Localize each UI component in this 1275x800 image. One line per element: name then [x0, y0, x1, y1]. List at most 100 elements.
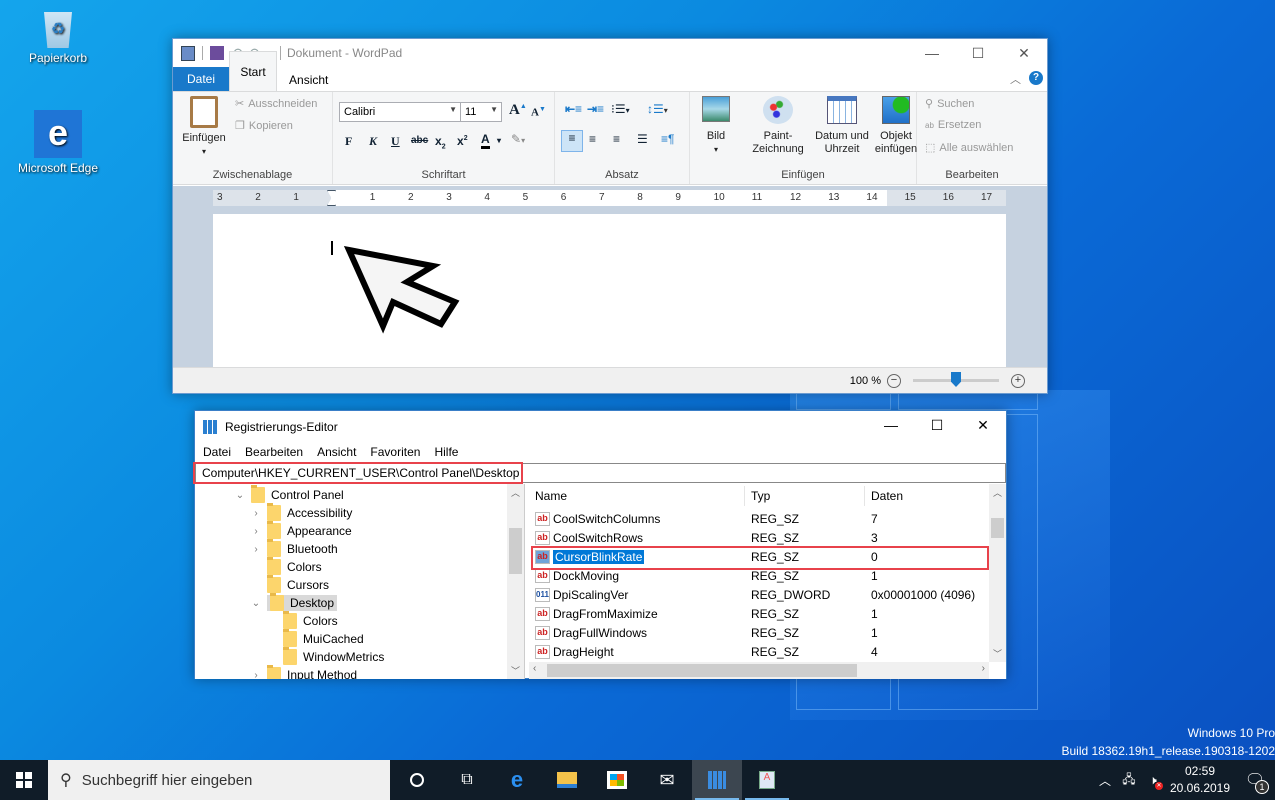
list-scrollbar[interactable]: ︿ ﹀	[989, 484, 1006, 662]
tree-item[interactable]: WindowMetrics	[267, 647, 384, 666]
align-left-button[interactable]: ≡	[561, 130, 583, 152]
font-color-dropdown[interactable]: ▾	[497, 136, 501, 145]
menu-datei[interactable]: Datei	[203, 445, 231, 459]
scroll-thumb[interactable]	[991, 518, 1004, 538]
maximize-button[interactable]: ☐	[914, 411, 960, 439]
font-color-button[interactable]: A	[481, 132, 490, 149]
shrink-font-button[interactable]: A▼	[531, 105, 546, 119]
minimize-button[interactable]: —	[909, 39, 955, 67]
taskbar-file-explorer[interactable]	[542, 760, 592, 800]
justify-button[interactable]: ☰	[637, 132, 648, 146]
find-button[interactable]: ⚲ Suchen	[925, 97, 974, 111]
volume-muted-icon[interactable]: 🕨 ✕	[1141, 773, 1165, 790]
scroll-down-arrow[interactable]: ﹀	[507, 664, 524, 677]
bold-button[interactable]: F	[345, 134, 352, 149]
start-button[interactable]	[0, 760, 48, 800]
close-button[interactable]: ✕	[960, 411, 1006, 439]
taskbar-wordpad[interactable]: A	[742, 760, 792, 800]
zoom-out-button[interactable]: −	[887, 373, 901, 388]
scroll-thumb[interactable]	[509, 528, 522, 574]
tree-item[interactable]: Cursors	[251, 575, 329, 594]
action-center-button[interactable]: 🗨 1	[1235, 770, 1275, 794]
tree-item[interactable]: ⌄ Control Panel	[235, 485, 344, 504]
tree-item[interactable]: › Accessibility	[251, 503, 352, 522]
taskbar-store[interactable]	[592, 760, 642, 800]
font-size-select[interactable]: 11 ▼	[460, 102, 502, 122]
tab-ansicht[interactable]: Ansicht	[277, 69, 340, 91]
scroll-thumb[interactable]	[547, 664, 857, 677]
zoom-in-button[interactable]: +	[1011, 373, 1025, 388]
tree-item[interactable]: › Appearance	[251, 521, 352, 540]
copy-button[interactable]: ❐ Kopieren	[235, 119, 293, 133]
scroll-up-arrow[interactable]: ︿	[989, 486, 1006, 499]
paint-drawing-button[interactable]: Paint- Zeichnung	[746, 96, 810, 156]
tree-item[interactable]: ⌄ Desktop	[251, 593, 338, 612]
zoom-slider[interactable]	[913, 372, 999, 387]
tree-scrollbar[interactable]: ︿ ﹀	[507, 484, 524, 679]
tree-item[interactable]: › Bluetooth	[251, 539, 338, 558]
underline-button[interactable]: U	[391, 134, 400, 149]
value-row[interactable]: 011 DpiScalingVer REG_DWORD 0x00001000 (409…	[529, 585, 989, 604]
scroll-up-arrow[interactable]: ︿	[507, 486, 524, 499]
highlight-color-button[interactable]: ✎▾	[511, 132, 525, 146]
font-family-select[interactable]: Calibri ▼	[339, 102, 461, 122]
bullet-list-button[interactable]: ⁝☰▾	[611, 102, 630, 116]
value-row[interactable]: ab DragFromMaximize REG_SZ 1	[529, 604, 989, 623]
tree-item[interactable]: Colors	[267, 611, 338, 630]
tree-item[interactable]: › Input Method	[251, 665, 357, 680]
menu-hilfe[interactable]: Hilfe	[434, 445, 458, 459]
align-right-button[interactable]: ≡	[613, 132, 620, 146]
network-icon[interactable]: 🖧	[1117, 770, 1141, 791]
menu-favoriten[interactable]: Favoriten	[370, 445, 420, 459]
chevron-right-icon[interactable]: ›	[251, 544, 261, 555]
clock[interactable]: 02:59 20.06.2019	[1165, 763, 1235, 797]
taskbar-search[interactable]: ⚲ Suchbegriff hier eingeben	[48, 760, 390, 800]
column-name[interactable]: Name	[529, 486, 745, 506]
grow-font-button[interactable]: A▲	[509, 102, 527, 119]
tree-item[interactable]: MuiCached	[267, 629, 364, 648]
menu-bearbeiten[interactable]: Bearbeiten	[245, 445, 303, 459]
decrease-indent-button[interactable]: ⇤≡	[565, 102, 582, 116]
task-view-button[interactable]: ⧉	[442, 760, 492, 800]
paste-button[interactable]: Einfügen ▾	[179, 96, 229, 158]
insert-object-button[interactable]: Objekt einfügen	[874, 96, 918, 156]
align-center-button[interactable]: ≡	[589, 132, 596, 146]
taskbar-mail[interactable]: ✉	[642, 760, 692, 800]
show-hidden-icons-button[interactable]: ︿	[1093, 772, 1117, 789]
value-row[interactable]: ab DragHeight REG_SZ 4	[529, 642, 989, 661]
minimize-button[interactable]: —	[868, 411, 914, 439]
subscript-button[interactable]: x2	[435, 134, 446, 150]
column-data[interactable]: Daten	[865, 486, 909, 506]
maximize-button[interactable]: ☐	[955, 39, 1001, 67]
strikethrough-button[interactable]: abc	[411, 135, 428, 146]
increase-indent-button[interactable]: ⇥≡	[587, 102, 604, 116]
tab-datei[interactable]: Datei	[173, 67, 230, 91]
collapse-ribbon-icon[interactable]: ︿	[1010, 71, 1021, 87]
chevron-right-icon[interactable]: ›	[251, 670, 261, 680]
taskbar-edge[interactable]: e	[492, 760, 542, 800]
insert-picture-button[interactable]: Bild ▾	[698, 96, 734, 156]
chevron-down-icon[interactable]: ⌄	[251, 598, 261, 609]
zoom-slider-thumb[interactable]	[951, 372, 961, 387]
scroll-left-arrow[interactable]: ‹	[533, 663, 536, 674]
ruler[interactable]: 3 2 1 1 2 3 4 5 6 7 8 9 10 11 12 13 14 15 16 17	[213, 190, 1006, 206]
close-button[interactable]: ✕	[1001, 39, 1047, 67]
menu-ansicht[interactable]: Ansicht	[317, 445, 356, 459]
column-type[interactable]: Typ	[745, 486, 865, 506]
help-icon[interactable]: ?	[1029, 71, 1043, 85]
desktop-icon-edge[interactable]: e Microsoft Edge	[13, 110, 103, 175]
chevron-down-icon[interactable]: ⌄	[235, 490, 245, 501]
select-all-button[interactable]: ⬚ Alle auswählen	[925, 141, 1013, 155]
replace-button[interactable]: ab Ersetzen	[925, 119, 981, 131]
paragraph-button[interactable]: ≡¶	[661, 132, 674, 146]
desktop-icon-recycle-bin[interactable]: ♻ Papierkorb	[13, 12, 103, 65]
value-row[interactable]: ab DragFullWindows REG_SZ 1	[529, 623, 989, 642]
taskbar-regedit[interactable]	[692, 760, 742, 800]
document-page[interactable]	[213, 214, 1006, 369]
italic-button[interactable]: K	[369, 134, 377, 149]
value-row[interactable]: ab CoolSwitchRows REG_SZ 3	[529, 528, 989, 547]
date-time-button[interactable]: Datum und Uhrzeit	[810, 96, 874, 156]
value-row[interactable]: ab CoolSwitchColumns REG_SZ 7	[529, 509, 989, 528]
cortana-button[interactable]	[392, 760, 442, 800]
scroll-down-arrow[interactable]: ﹀	[989, 647, 1006, 660]
